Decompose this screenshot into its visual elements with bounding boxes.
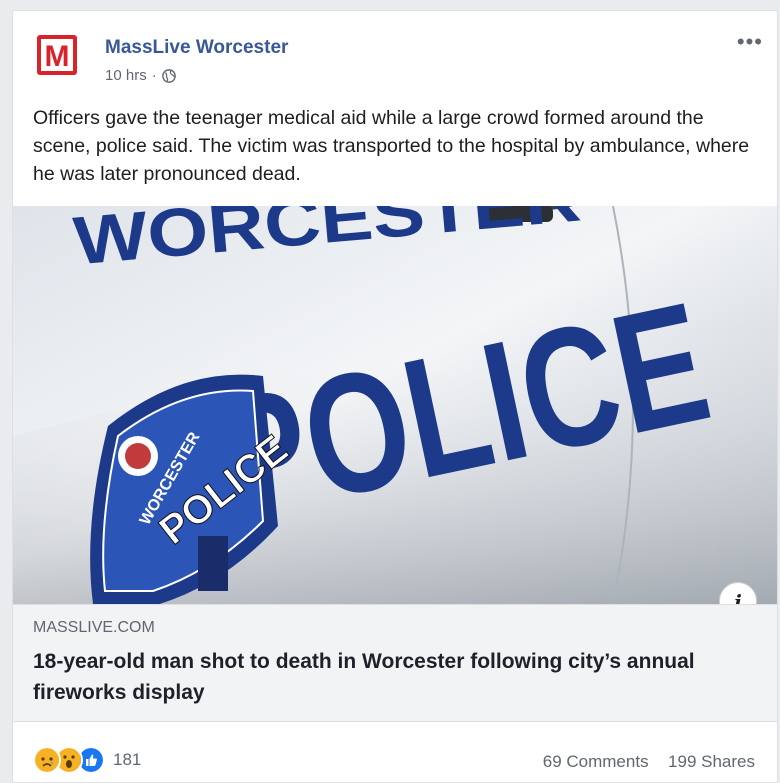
link-domain: MASSLIVE.COM: [33, 619, 155, 636]
shares-count-link[interactable]: 199 Shares: [668, 752, 755, 771]
more-options-button[interactable]: •••: [737, 29, 763, 55]
post-meta: 10 hrs ·: [105, 67, 176, 84]
post-text: Officers gave the teenager medical aid w…: [33, 107, 750, 185]
post-card: M MassLive Worcester 10 hrs · ••• Office…: [12, 10, 778, 783]
masslive-logo[interactable]: M: [37, 35, 77, 75]
logo-letter: M: [45, 40, 70, 73]
meta-separator: ·: [151, 67, 157, 84]
sad-reaction-icon: [33, 746, 61, 774]
link-photo[interactable]: WORCESTER POLICE POLICE WORCESTER i: [13, 206, 777, 604]
reaction-count[interactable]: 181: [113, 750, 141, 770]
police-car-image: WORCESTER POLICE POLICE WORCESTER: [13, 206, 777, 604]
comments-count-link[interactable]: 69 Comments: [543, 752, 649, 771]
post-footer: 181 69 Comments 199 Shares: [13, 722, 777, 782]
post-header: M MassLive Worcester 10 hrs · •••: [13, 11, 777, 106]
page-name-link[interactable]: MassLive Worcester: [105, 37, 288, 59]
reactions-summary[interactable]: 181: [33, 746, 141, 774]
link-title[interactable]: 18-year-old man shot to death in Worcest…: [33, 646, 753, 708]
link-preview[interactable]: MASSLIVE.COM 18-year-old man shot to dea…: [13, 604, 777, 722]
globe-icon[interactable]: [161, 68, 176, 83]
engagement-counts: 69 Comments 199 Shares: [543, 752, 755, 772]
post-time[interactable]: 10 hrs: [105, 67, 147, 84]
